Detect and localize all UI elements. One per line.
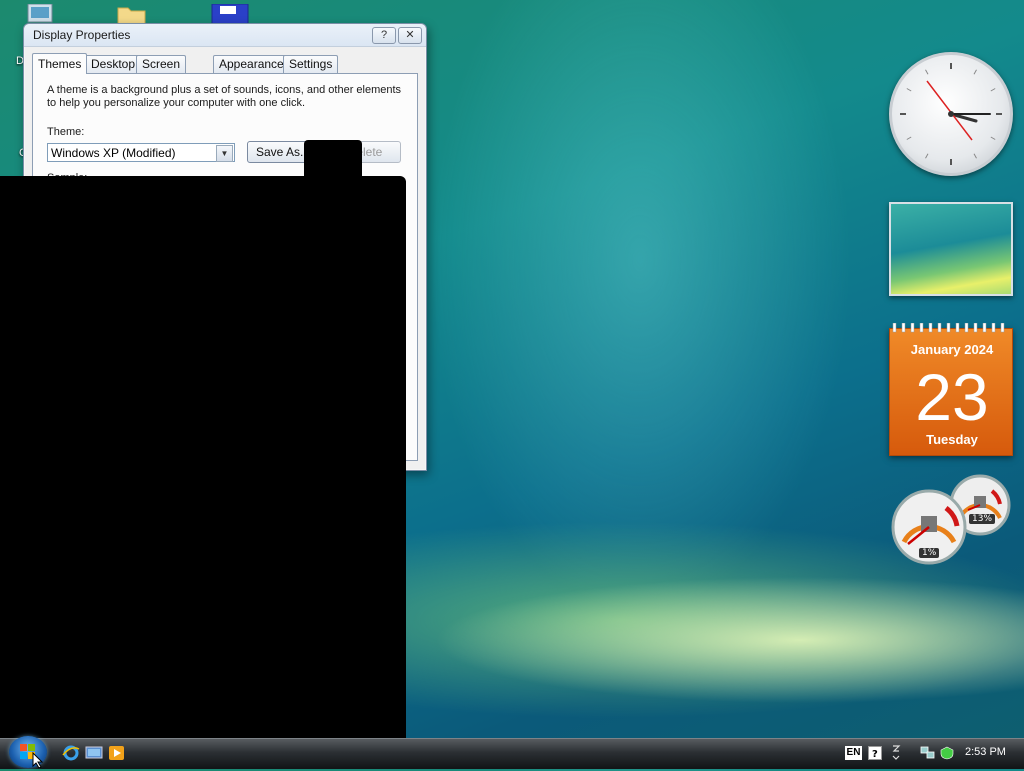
help-tray-icon[interactable]: ? [868,746,882,760]
clock-face-icon [900,63,1002,165]
slideshow-gadget[interactable] [889,202,1013,296]
help-button[interactable]: ? [372,27,396,44]
mouse-cursor [32,751,44,769]
tab-settings[interactable]: Settings [283,55,339,73]
options-icon [892,745,901,760]
close-button[interactable]: ✕ [398,27,422,44]
show-desktop-icon [85,746,103,759]
security-tray-icon[interactable] [939,746,955,760]
media-player-icon [109,746,124,760]
redacted-region-large [0,176,406,738]
question-icon: ? [872,749,878,760]
calendar-rings-icon [892,323,1005,333]
quicklaunch-media-player[interactable] [108,745,126,761]
network-tray-icon[interactable] [920,746,936,760]
tab-desktop[interactable]: Desktop [85,55,142,73]
security-shield-icon [940,746,954,760]
cursor-arrow-icon [32,751,44,769]
window-titlebar[interactable]: Display Properties ? ✕ [24,24,426,47]
tab-appearance[interactable]: Appearance [213,55,290,73]
svg-text:?: ? [872,749,878,759]
cpu-meter-gauge[interactable]: 1% [890,488,968,566]
clock-gadget[interactable] [889,52,1013,176]
chevron-down-icon[interactable]: ▼ [216,145,233,162]
memory-percent: 13% [969,514,996,524]
options-tray-icon[interactable] [891,744,901,762]
themes-description: A theme is a background plus a set of so… [47,84,402,109]
tab-themes[interactable]: Themes [32,53,88,74]
theme-select[interactable]: Windows XP (Modified) ▼ [47,143,235,162]
window-title: Display Properties [33,28,131,42]
calendar-month: January 2024 [910,342,994,357]
calendar-day: 23 [915,360,989,434]
theme-select-value: Windows XP (Modified) [51,146,176,160]
calendar-weekday: Tuesday [926,432,978,447]
tab-screen-saver[interactable]: Screen Saver [136,55,187,88]
cpu-percent: 1% [919,548,940,558]
redacted-region-small [304,140,362,180]
quicklaunch-show-desktop[interactable] [85,745,103,761]
internet-explorer-icon [62,745,80,761]
language-indicator[interactable]: EN [845,746,862,760]
theme-label: Theme: [47,126,85,138]
calendar-gadget[interactable]: January 2024 23 Tuesday [889,323,1013,456]
network-icon [920,746,935,759]
quicklaunch-internet-explorer[interactable] [62,745,80,761]
taskbar-clock[interactable]: 2:53 PM [965,746,1006,758]
